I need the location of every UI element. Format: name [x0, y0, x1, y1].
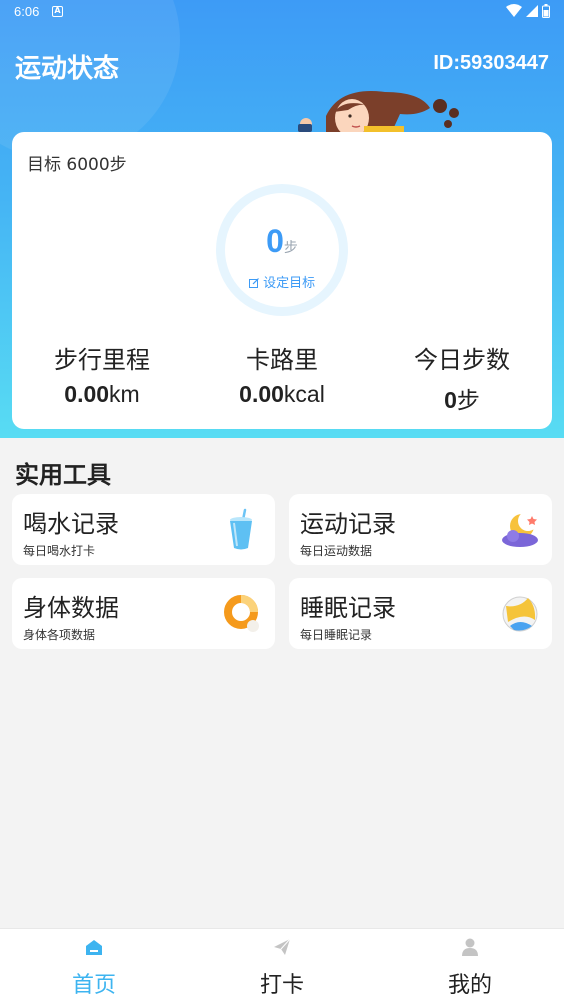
tool-exercise-subtitle: 每日运动数据: [300, 544, 373, 558]
stat-calories-unit: kcal: [283, 381, 325, 407]
tab-mine-label: 我的: [447, 973, 492, 998]
drink-cup-icon: [230, 508, 252, 550]
stat-distance: 步行里程 0.00km: [12, 340, 192, 408]
donut-ring-icon: [224, 595, 259, 632]
step-progress-ring-inner: 0步 设定目标: [225, 193, 339, 307]
tool-water-subtitle: 每日喝水打卡: [23, 544, 96, 558]
tool-exercise-title: 运动记录: [300, 510, 396, 538]
status-icons: [506, 4, 550, 18]
stat-today-steps-label: 今日步数: [414, 346, 510, 374]
stat-today-steps-unit: 步: [456, 387, 480, 413]
tools-section-title: 实用工具: [15, 461, 111, 489]
tool-sleep-subtitle: 每日睡眠记录: [300, 628, 373, 642]
stat-calories-number: 0.00: [239, 381, 284, 407]
step-progress-ring: 0步 设定目标: [216, 184, 348, 316]
person-icon: [462, 938, 478, 956]
tool-water-record[interactable]: 喝水记录 每日喝水打卡: [12, 494, 275, 565]
tab-home-label: 首页: [71, 973, 116, 998]
stat-distance-unit: km: [109, 381, 140, 407]
battery-icon: [542, 4, 550, 18]
volleyball-icon: [502, 596, 538, 632]
tab-checkin-label: 打卡: [259, 973, 304, 998]
home-icon: [86, 940, 102, 955]
current-steps-unit: 步: [283, 240, 298, 256]
set-goal-button[interactable]: 设定目标: [225, 272, 339, 291]
stat-calories-value: 0.00kcal: [192, 381, 372, 408]
tab-home[interactable]: 首页: [0, 929, 188, 1004]
user-id: ID:59303447: [433, 52, 549, 74]
set-goal-label: 设定目标: [263, 276, 316, 291]
stat-distance-number: 0.00: [64, 381, 110, 407]
bottom-tab-bar: 首页 打卡 我的: [0, 928, 564, 1004]
tool-body-subtitle: 身体各项数据: [23, 628, 96, 642]
moon-cloud-icon: [502, 511, 538, 547]
status-bar: 6:06 A: [0, 0, 564, 24]
current-steps: 0步: [225, 223, 339, 260]
tool-water-title: 喝水记录: [23, 510, 119, 538]
paper-plane-icon: [274, 938, 291, 955]
tool-body-title: 身体数据: [23, 594, 119, 622]
edit-icon: [248, 278, 259, 288]
stat-today-steps-value: 0步: [372, 381, 552, 415]
tab-checkin[interactable]: 打卡: [188, 929, 376, 1004]
status-time: 6:06: [14, 4, 40, 19]
hero-header: 6:06 A 运动状态 ID:59303447 目标 6000步 0步 设定目标…: [0, 0, 564, 438]
notification-icon: A: [52, 6, 63, 17]
stat-today-steps: 今日步数 0步: [372, 340, 552, 415]
tab-mine[interactable]: 我的: [376, 929, 564, 1004]
signal-icon: [526, 5, 538, 17]
stat-today-steps-number: 0: [444, 387, 457, 413]
stat-distance-label: 步行里程: [54, 346, 150, 374]
stat-calories-label: 卡路里: [246, 346, 318, 374]
page-title: 运动状态: [15, 54, 120, 84]
stat-distance-value: 0.00km: [12, 381, 192, 408]
tool-exercise-record[interactable]: 运动记录 每日运动数据: [289, 494, 552, 565]
tool-sleep-record[interactable]: 睡眠记录 每日睡眠记录: [289, 578, 552, 649]
wifi-icon: [506, 4, 522, 17]
tool-sleep-title: 睡眠记录: [300, 594, 396, 622]
goal-text: 目标 6000步: [27, 155, 127, 175]
step-goal-card: 目标 6000步 0步 设定目标 步行里程 0.00km 卡路里 0.00kca…: [12, 132, 552, 429]
current-steps-value: 0: [266, 223, 284, 259]
running-girl-illustration: [298, 91, 459, 136]
tool-body-data[interactable]: 身体数据 身体各项数据: [12, 578, 275, 649]
stat-calories: 卡路里 0.00kcal: [192, 340, 372, 408]
